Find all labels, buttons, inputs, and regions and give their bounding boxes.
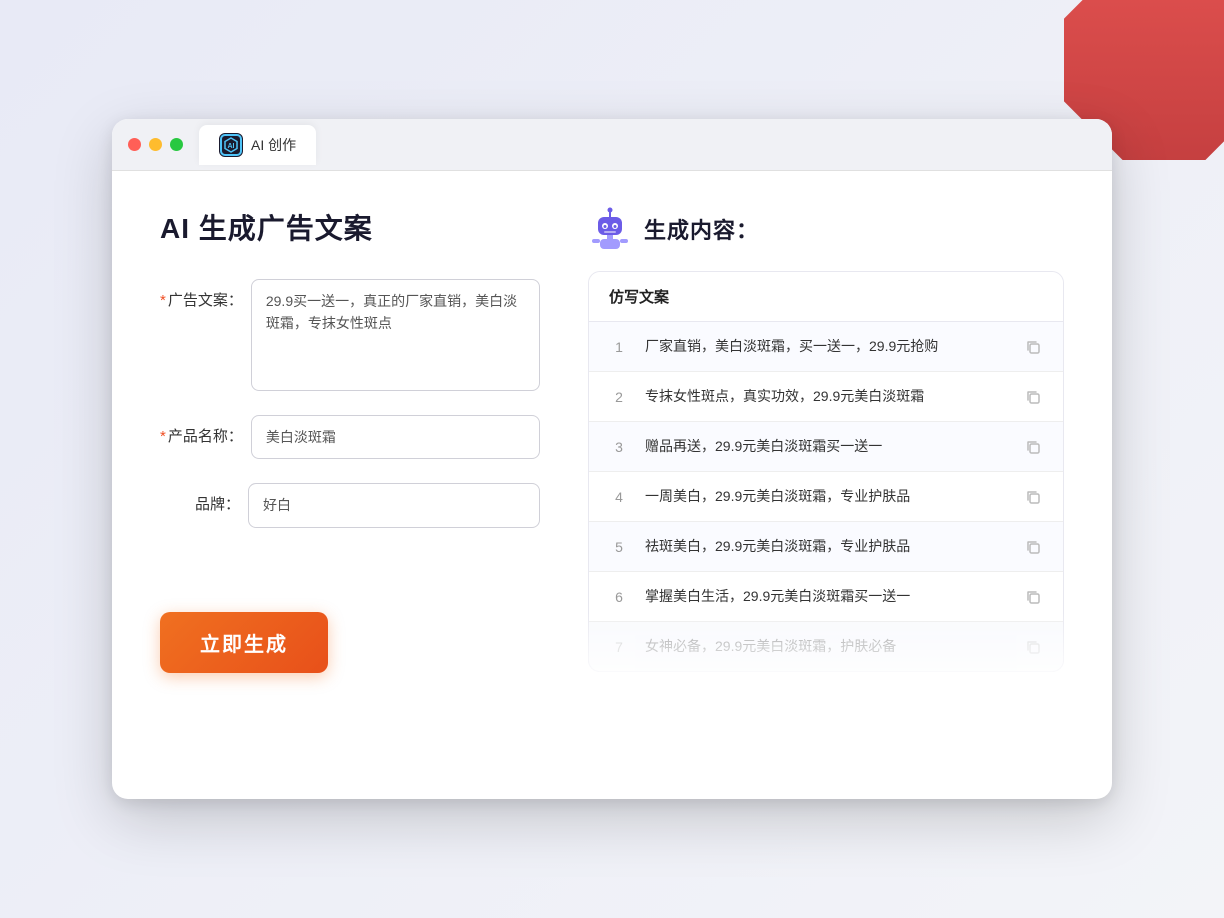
brand-group: 品牌： 好白: [160, 483, 540, 527]
result-number: 1: [609, 339, 629, 355]
right-panel: 生成内容： 仿写文案 1 厂家直销，美白淡斑霜，买一送一，29.9元抢购 2 专抹女性…: [588, 207, 1064, 755]
result-text: 赠品再送，29.9元美白淡斑霜买一送一: [645, 436, 1007, 457]
result-text: 掌握美白生活，29.9元美白淡斑霜买一送一: [645, 586, 1007, 607]
table-row: 2 专抹女性斑点，真实功效，29.9元美白淡斑霜: [589, 372, 1063, 422]
ad-copy-group: *广告文案： 29.9买一送一，真正的厂家直销，美白淡斑霜，专抹女性斑点: [160, 279, 540, 391]
left-panel: AI 生成广告文案 *广告文案： 29.9买一送一，真正的厂家直销，美白淡斑霜，…: [160, 207, 540, 755]
result-title: 生成内容：: [644, 213, 759, 245]
result-number: 4: [609, 489, 629, 505]
results-container: 仿写文案 1 厂家直销，美白淡斑霜，买一送一，29.9元抢购 2 专抹女性斑点，真实功…: [588, 271, 1064, 672]
ad-copy-required: *: [160, 292, 166, 309]
result-header: 生成内容：: [588, 207, 1064, 251]
result-text: 祛斑美白，29.9元美白淡斑霜，专业护肤品: [645, 536, 1007, 557]
copy-button[interactable]: [1023, 587, 1043, 607]
results-column-header: 仿写文案: [609, 289, 669, 306]
close-button[interactable]: [128, 138, 141, 151]
result-rows-container: 1 厂家直销，美白淡斑霜，买一送一，29.9元抢购 2 专抹女性斑点，真实功效，29.…: [589, 322, 1063, 671]
copy-button[interactable]: [1023, 387, 1043, 407]
table-row: 3 赠品再送，29.9元美白淡斑霜买一送一: [589, 422, 1063, 472]
result-number: 2: [609, 389, 629, 405]
ad-copy-label: *广告文案：: [160, 279, 243, 310]
page-title: AI 生成广告文案: [160, 207, 540, 247]
result-number: 5: [609, 539, 629, 555]
result-number: 7: [609, 639, 629, 655]
copy-button[interactable]: [1023, 487, 1043, 507]
result-text: 一周美白，29.9元美白淡斑霜，专业护肤品: [645, 486, 1007, 507]
result-text: 专抹女性斑点，真实功效，29.9元美白淡斑霜: [645, 386, 1007, 407]
content-area: AI 生成广告文案 *广告文案： 29.9买一送一，真正的厂家直销，美白淡斑霜，…: [112, 171, 1112, 791]
copy-button[interactable]: [1023, 537, 1043, 557]
brand-input[interactable]: 好白: [248, 483, 540, 527]
ad-copy-input[interactable]: 29.9买一送一，真正的厂家直销，美白淡斑霜，专抹女性斑点: [251, 279, 540, 391]
product-name-input[interactable]: 美白淡斑霜: [251, 415, 540, 459]
copy-button[interactable]: [1023, 637, 1043, 657]
svg-text:AI: AI: [228, 143, 235, 150]
table-row: 4 一周美白，29.9元美白淡斑霜，专业护肤品: [589, 472, 1063, 522]
brand-label: 品牌：: [160, 483, 240, 514]
table-row: 6 掌握美白生活，29.9元美白淡斑霜买一送一: [589, 572, 1063, 622]
browser-window: AI AI 创作 AI 生成广告文案 *广告文案： 29.9买一送一，真正的厂家…: [112, 119, 1112, 799]
product-name-group: *产品名称： 美白淡斑霜: [160, 415, 540, 459]
minimize-button[interactable]: [149, 138, 162, 151]
product-name-required: *: [160, 428, 166, 445]
product-name-label: *产品名称：: [160, 415, 243, 446]
title-bar: AI AI 创作: [112, 119, 1112, 171]
traffic-lights: [128, 138, 183, 151]
maximize-button[interactable]: [170, 138, 183, 151]
result-text: 女神必备，29.9元美白淡斑霜，护肤必备: [645, 636, 1007, 657]
copy-button[interactable]: [1023, 437, 1043, 457]
table-row: 1 厂家直销，美白淡斑霜，买一送一，29.9元抢购: [589, 322, 1063, 372]
results-header-row: 仿写文案: [589, 272, 1063, 322]
results-wrapper: 仿写文案 1 厂家直销，美白淡斑霜，买一送一，29.9元抢购 2 专抹女性斑点，真实功…: [588, 271, 1064, 672]
robot-icon: [588, 207, 632, 251]
generate-button[interactable]: 立即生成: [160, 612, 328, 673]
table-row: 5 祛斑美白，29.9元美白淡斑霜，专业护肤品: [589, 522, 1063, 572]
tab-label: AI 创作: [251, 135, 296, 155]
table-row: 7 女神必备，29.9元美白淡斑霜，护肤必备: [589, 622, 1063, 671]
copy-button[interactable]: [1023, 337, 1043, 357]
result-number: 3: [609, 439, 629, 455]
result-number: 6: [609, 589, 629, 605]
ai-tab[interactable]: AI AI 创作: [199, 125, 316, 165]
result-text: 厂家直销，美白淡斑霜，买一送一，29.9元抢购: [645, 336, 1007, 357]
ai-icon: AI: [219, 133, 243, 157]
